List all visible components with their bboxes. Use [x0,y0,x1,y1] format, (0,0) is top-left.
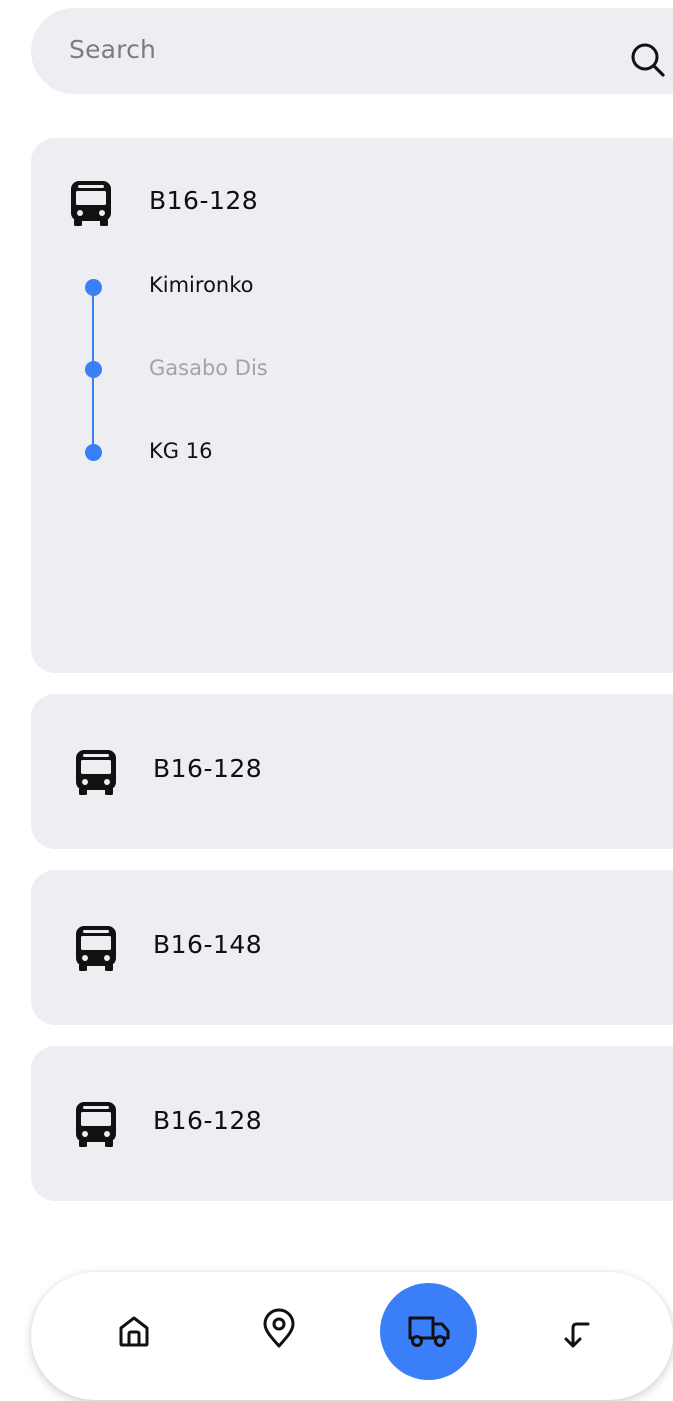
truck-icon [406,1310,452,1354]
nav-location[interactable] [254,1305,304,1355]
nav-vehicles[interactable] [380,1283,477,1380]
nav-return[interactable] [552,1312,602,1362]
route-name: B16-148 [153,930,263,959]
route-card-expanded[interactable]: B16-128 Kimironko Gasabo Dis KG 16 [31,138,673,673]
stop-label: Kimironko [149,273,254,297]
search-placeholder: Search [69,35,157,64]
stop-dot [85,361,102,378]
search-bar[interactable]: Search [31,8,673,94]
nav-home[interactable] [109,1308,159,1358]
bus-icon [69,179,113,227]
bottom-nav [31,1272,673,1400]
bus-icon [74,924,118,972]
bus-icon [74,1100,118,1148]
stop-label: KG 16 [149,439,213,463]
return-arrow-icon [559,1317,595,1357]
route-name: B16-128 [153,1106,263,1135]
route-card[interactable]: B16-128 [31,694,673,849]
stop-label: Gasabo Dis [149,356,268,380]
route-name: B16-128 [149,186,259,215]
stop-dot [85,279,102,296]
route-name: B16-128 [153,754,263,783]
route-card[interactable]: B16-148 [31,870,673,1025]
home-icon [116,1313,152,1353]
bus-icon [74,748,118,796]
search-icon[interactable] [628,40,668,80]
stop-dot [85,444,102,461]
location-pin-icon [260,1307,298,1353]
route-card[interactable]: B16-128 [31,1046,673,1201]
